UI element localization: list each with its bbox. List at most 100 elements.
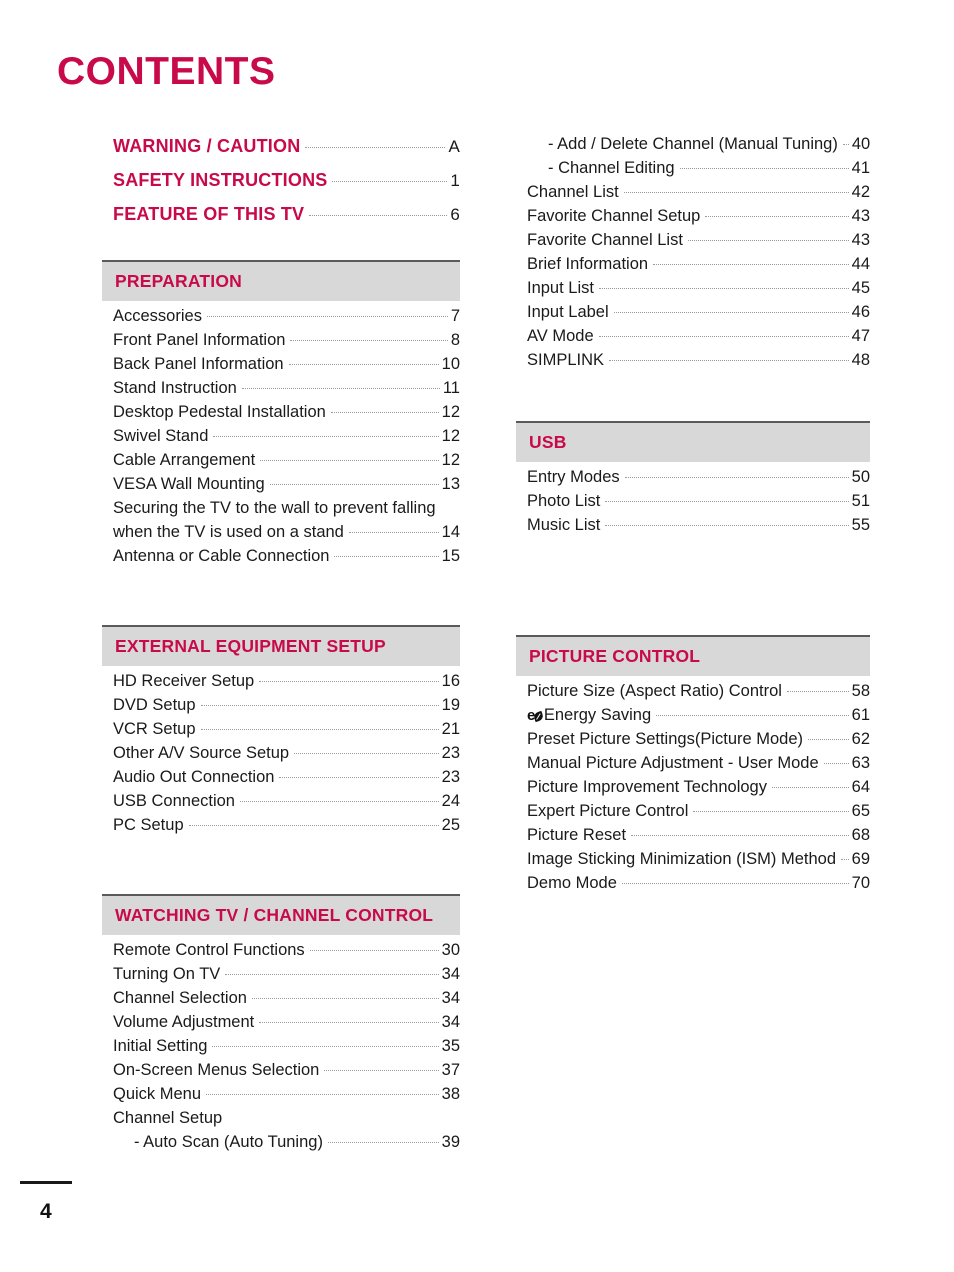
toc-entry[interactable]: Cable Arrangement 12 — [113, 452, 460, 476]
leader-dots — [653, 264, 849, 265]
leader-dots — [188, 825, 439, 826]
toc-entry-title: Image Sticking Minimization (ISM) Method — [527, 850, 837, 868]
toc-entry-title: HD Receiver Setup — [113, 672, 255, 690]
toc-entry-sub[interactable]: - Auto Scan (Auto Tuning) 39 — [113, 1134, 460, 1158]
toc-entry[interactable]: Brief Information 44 — [527, 256, 870, 280]
toc-column-left: WARNING / CAUTION A SAFETY INSTRUCTIONS … — [102, 136, 460, 1164]
toc-entry-sub[interactable]: - Add / Delete Channel (Manual Tuning) 4… — [527, 136, 870, 160]
toc-entry[interactable]: Photo List 51 — [527, 493, 870, 517]
toc-entry[interactable]: Quick Menu 38 — [113, 1086, 460, 1110]
toc-entry[interactable]: On-Screen Menus Selection 37 — [113, 1062, 460, 1086]
toc-entry[interactable]: Desktop Pedestal Installation 12 — [113, 404, 460, 428]
toc-entry[interactable]: Image Sticking Minimization (ISM) Method… — [527, 851, 870, 875]
toc-entry[interactable]: Demo Mode 70 — [527, 875, 870, 899]
toc-entry-page: 46 — [851, 303, 870, 321]
toc-entry-page: 37 — [441, 1061, 460, 1079]
toc-entry-page: 69 — [851, 850, 870, 868]
toc-entry[interactable]: Turning On TV 34 — [113, 966, 460, 990]
toc-entry[interactable]: AV Mode 47 — [527, 328, 870, 352]
toc-entry-title: PC Setup — [113, 816, 184, 834]
toc-entry[interactable]: USB Connection 24 — [113, 793, 460, 817]
toc-entry[interactable]: Picture Improvement Technology 64 — [527, 779, 870, 803]
leader-dots — [334, 556, 439, 557]
toc-entry[interactable]: PC Setup 25 — [113, 817, 460, 841]
toc-top-entry[interactable]: FEATURE OF THIS TV 6 — [102, 204, 460, 238]
toc-section: PREPARATION Accessories 7 Front Panel In… — [102, 260, 460, 572]
toc-entry-page: 43 — [851, 207, 870, 225]
toc-entry[interactable]: e Energy Saving 61 — [527, 707, 870, 731]
toc-entry[interactable]: Swivel Stand 12 — [113, 428, 460, 452]
toc-entry-title: SAFETY INSTRUCTIONS — [113, 170, 328, 190]
toc-entry[interactable]: HD Receiver Setup 16 — [113, 673, 460, 697]
toc-entry[interactable]: when the TV is used on a stand 14 — [113, 524, 460, 548]
toc-entry[interactable]: Favorite Channel Setup 43 — [527, 208, 870, 232]
toc-entry-page: 68 — [851, 826, 870, 844]
toc-entry-page: 24 — [441, 792, 460, 810]
toc-entry[interactable]: Front Panel Information 8 — [113, 332, 460, 356]
toc-entry-title: Manual Picture Adjustment - User Mode — [527, 754, 819, 772]
toc-entry-title: Quick Menu — [113, 1085, 202, 1103]
toc-entry-page: 43 — [851, 231, 870, 249]
leader-dots — [631, 835, 849, 836]
toc-entry-title: Channel Selection — [113, 989, 247, 1007]
toc-entry[interactable]: Music List 55 — [527, 517, 870, 541]
toc-entry-page: 14 — [441, 523, 460, 541]
toc-entry-sub[interactable]: - Channel Editing 41 — [527, 160, 870, 184]
toc-entry[interactable]: Initial Setting 35 — [113, 1038, 460, 1062]
toc-entry[interactable]: Other A/V Source Setup 23 — [113, 745, 460, 769]
leader-dots — [656, 715, 849, 716]
section-header-bar: USB — [516, 421, 870, 462]
leader-dots — [225, 974, 439, 975]
toc-entry[interactable]: Entry Modes 50 — [527, 469, 870, 493]
toc-entry[interactable]: Picture Size (Aspect Ratio) Control 58 — [527, 683, 870, 707]
toc-entry-page: 11 — [442, 379, 460, 397]
toc-top-entry[interactable]: WARNING / CAUTION A — [102, 136, 460, 170]
toc-entry-title: Other A/V Source Setup — [113, 744, 290, 762]
toc-entry[interactable]: Expert Picture Control 65 — [527, 803, 870, 827]
leader-dots — [309, 950, 439, 951]
toc-entry[interactable]: VCR Setup 21 — [113, 721, 460, 745]
toc-entry[interactable]: Back Panel Information 10 — [113, 356, 460, 380]
section-header-bar: EXTERNAL EQUIPMENT SETUP — [102, 625, 460, 666]
toc-entry[interactable]: Input Label 46 — [527, 304, 870, 328]
toc-top-entry[interactable]: SAFETY INSTRUCTIONS 1 — [102, 170, 460, 204]
section-title: EXTERNAL EQUIPMENT SETUP — [115, 636, 386, 656]
toc-entry[interactable]: DVD Setup 19 — [113, 697, 460, 721]
toc-entry[interactable]: Favorite Channel List 43 — [527, 232, 870, 256]
toc-entry[interactable]: Preset Picture Settings(Picture Mode) 62 — [527, 731, 870, 755]
toc-entry[interactable]: Channel List 42 — [527, 184, 870, 208]
toc-entry[interactable]: Audio Out Connection 23 — [113, 769, 460, 793]
toc-entry[interactable]: Input List 45 — [527, 280, 870, 304]
toc-entry-page: 40 — [851, 135, 871, 153]
toc-entry-page: 16 — [441, 672, 460, 690]
toc-entry[interactable]: VESA Wall Mounting 13 — [113, 476, 460, 500]
toc-entry-page: 63 — [851, 754, 870, 772]
toc-entry[interactable]: Volume Adjustment 34 — [113, 1014, 460, 1038]
section-title: USB — [529, 432, 567, 452]
toc-entry[interactable]: SIMPLINK 48 — [527, 352, 870, 376]
leader-dots — [290, 340, 448, 341]
toc-entry-group-heading[interactable]: Channel Setup — [113, 1110, 460, 1134]
toc-entry[interactable]: Accessories 7 — [113, 308, 460, 332]
toc-entry-page: 44 — [851, 255, 870, 273]
toc-entry[interactable]: Antenna or Cable Connection 15 — [113, 548, 460, 572]
toc-entry[interactable]: Channel Selection 34 — [113, 990, 460, 1014]
toc-entry-title: - Auto Scan (Auto Tuning) — [134, 1133, 323, 1151]
toc-entry-page: 25 — [441, 816, 460, 834]
toc-entry[interactable]: Stand Instruction 11 — [113, 380, 460, 404]
toc-entry-page: 61 — [851, 706, 870, 724]
toc-entry[interactable]: Manual Picture Adjustment - User Mode 63 — [527, 755, 870, 779]
toc-entry-title: On-Screen Menus Selection — [113, 1061, 320, 1079]
toc-entry[interactable]: Picture Reset 68 — [527, 827, 870, 851]
toc-entry-title: Energy Saving — [543, 706, 652, 724]
toc-entry-wrapped-line[interactable]: Securing the TV to the wall to prevent f… — [113, 500, 460, 524]
leader-dots — [200, 729, 439, 730]
toc-entry-page: 1 — [450, 171, 460, 190]
toc-entry-title: Antenna or Cable Connection — [113, 547, 330, 565]
section-entry-list: Picture Size (Aspect Ratio) Control 58 e… — [516, 676, 870, 899]
section-header-bar: PREPARATION — [102, 260, 460, 301]
toc-entry-page: A — [448, 137, 460, 156]
toc-entry-page: 62 — [851, 730, 870, 748]
toc-entry[interactable]: Remote Control Functions 30 — [113, 942, 460, 966]
leader-dots — [305, 147, 446, 148]
